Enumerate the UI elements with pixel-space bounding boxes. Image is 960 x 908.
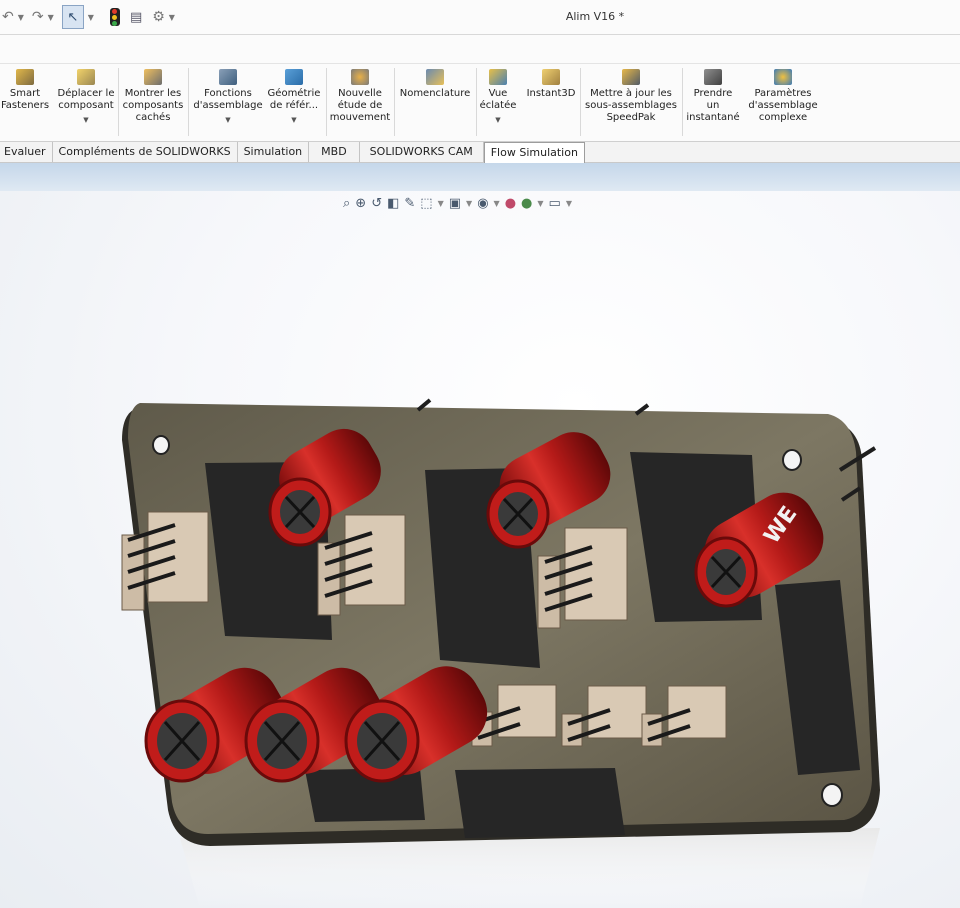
ribbon-separator (188, 68, 189, 136)
move-component-dropdown-icon[interactable]: ▼ (83, 114, 88, 126)
gear-icon[interactable]: ⚙ (152, 9, 165, 25)
move-component-icon (77, 69, 95, 85)
speedpak-button[interactable]: Mettre à jour les sous-assemblages Speed… (582, 66, 680, 138)
exploded-view-button[interactable]: Vue éclatée ▼ (478, 66, 518, 138)
traffic-light-icon[interactable] (109, 8, 120, 26)
ribbon-separator (118, 68, 119, 136)
command-manager-tabs: Evaluer Compléments de SOLIDWORKS Simula… (0, 142, 960, 163)
command-manager-ribbon: Smart Fasteners Déplacer le composant ▼ … (0, 64, 960, 142)
smart-fasteners-button[interactable]: Smart Fasteners (0, 66, 50, 138)
file-properties-icon[interactable]: ▤ (130, 10, 142, 25)
large-assembly-icon (774, 69, 792, 85)
title-bar: ↶ ▼ ↷ ▼ ↖ ▼ ▤ ⚙ ▼ Alim V16 * (0, 0, 960, 35)
undo-dropdown-icon[interactable]: ▼ (18, 13, 24, 22)
copper-pad (455, 768, 625, 838)
mounting-hole (782, 449, 802, 471)
speedpak-icon (622, 69, 640, 85)
pcb-assembly-model[interactable]: WE (0, 191, 960, 908)
reference-geometry-dropdown-icon[interactable]: ▼ (291, 114, 296, 126)
instant3d-icon (542, 69, 560, 85)
ribbon-separator (326, 68, 327, 136)
feature-manager-header (0, 163, 960, 191)
smart-fasteners-icon (16, 69, 34, 85)
show-hidden-icon (144, 69, 162, 85)
exploded-view-dropdown-icon[interactable]: ▼ (495, 114, 500, 126)
tab-flow-simulation[interactable]: Flow Simulation (483, 142, 585, 163)
document-title: Alim V16 * (565, 10, 625, 23)
reference-geometry-button[interactable]: Géométrie de référ... ▼ (266, 66, 322, 138)
instant3d-button[interactable]: Instant3D (522, 66, 580, 138)
take-snapshot-button[interactable]: Prendre un instantané (684, 66, 742, 138)
assembly-features-icon (219, 69, 237, 85)
ribbon-separator (394, 68, 395, 136)
select-dropdown-icon[interactable]: ▼ (88, 13, 94, 22)
exploded-view-icon (489, 69, 507, 85)
ribbon-separator (476, 68, 477, 136)
redo-dropdown-icon[interactable]: ▼ (48, 13, 54, 22)
undo-icon[interactable]: ↶ (2, 9, 14, 25)
bom-button[interactable]: Nomenclature (396, 66, 474, 138)
select-arrow-icon[interactable]: ↖ (61, 5, 84, 29)
ribbon-separator (580, 68, 581, 136)
move-component-button[interactable]: Déplacer le composant ▼ (56, 66, 116, 138)
large-assembly-settings-button[interactable]: Paramètres d'assemblage complexe (742, 66, 824, 138)
tab-mbd[interactable]: MBD (309, 142, 360, 162)
tab-solidworks-addins[interactable]: Compléments de SOLIDWORKS (53, 142, 238, 162)
tab-simulation[interactable]: Simulation (238, 142, 310, 162)
mounting-hole (152, 435, 170, 455)
motion-study-button[interactable]: Nouvelle étude de mouvement (328, 66, 392, 138)
options-dropdown-icon[interactable]: ▼ (169, 13, 175, 22)
quick-access-toolbar: ↶ ▼ ↷ ▼ ↖ ▼ ▤ ⚙ ▼ (2, 0, 183, 34)
assembly-features-button[interactable]: Fonctions d'assemblage ▼ (190, 66, 266, 138)
motion-study-icon (351, 69, 369, 85)
redo-icon[interactable]: ↷ (32, 9, 44, 25)
assembly-features-dropdown-icon[interactable]: ▼ (225, 114, 230, 126)
show-hidden-button[interactable]: Montrer les composants cachés (120, 66, 186, 138)
reference-geometry-icon (285, 69, 303, 85)
tab-evaluate[interactable]: Evaluer (0, 142, 53, 162)
mounting-hole (821, 783, 843, 807)
camera-icon (704, 69, 722, 85)
menu-strip (0, 35, 960, 64)
bom-icon (426, 69, 444, 85)
tab-solidworks-cam[interactable]: SOLIDWORKS CAM (360, 142, 484, 162)
ribbon-separator (682, 68, 683, 136)
